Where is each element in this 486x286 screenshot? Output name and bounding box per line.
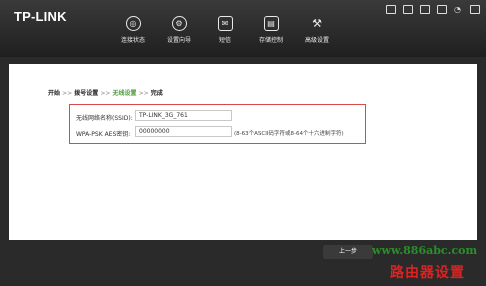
breadcrumb: 开始 >> 拨号设置 >> 无线设置 >> 完成: [48, 88, 163, 97]
nav-storage-control[interactable]: ▤ 存储控制: [248, 16, 294, 44]
sim-icon: [386, 4, 396, 14]
nav-label: 存储控制: [258, 37, 283, 44]
brand-logo: TP-LINK: [14, 9, 67, 24]
ssid-label: 无线网络名称(SSID):: [76, 115, 133, 122]
nav-label: 短信: [218, 37, 231, 44]
main-nav: ◎ 连接状态 ⚙ 设置向导 ✉ 短信 ▤ 存储控制 ⚒ 高级设置: [110, 16, 340, 44]
breadcrumb-separator: >>: [100, 90, 111, 97]
watermark-text: 路由器设置: [390, 265, 465, 281]
envelope-status-icon: [420, 4, 430, 14]
wifi-icon: ◔: [454, 4, 461, 14]
breadcrumb-start: 开始: [48, 90, 61, 97]
nav-setup-wizard[interactable]: ⚙ 设置向导: [156, 16, 202, 44]
ssid-input[interactable]: TP-LINK_3G_761: [135, 110, 232, 121]
globe-icon: ◎: [125, 16, 141, 31]
breadcrumb-dial-settings: 拨号设置: [74, 90, 99, 97]
gear-icon: ⚙: [171, 16, 187, 31]
tools-icon: ⚒: [312, 17, 322, 30]
wpa-key-input[interactable]: 00000000: [135, 126, 232, 137]
settings-status-icon: [470, 4, 480, 14]
nav-label: 高级设置: [304, 37, 329, 44]
sms-status-icon: [403, 4, 413, 14]
breadcrumb-separator: >>: [62, 90, 73, 97]
previous-step-button[interactable]: 上一步: [323, 245, 373, 259]
status-icons: ◔: [386, 4, 480, 14]
mail-icon: ✉: [217, 16, 233, 31]
watermark-url: www.886abc.com: [372, 244, 478, 257]
wpa-key-hint: (8-63个ASCII码字符或8-64个十六进制字符): [234, 131, 344, 137]
storage-icon: ▤: [263, 16, 279, 31]
breadcrumb-finish: 完成: [150, 90, 163, 97]
battery-icon: [437, 4, 447, 14]
top-bar: TP-LINK ◔ ◎ 连接状态 ⚙ 设置向导 ✉ 短信 ▤ 存储控制 ⚒ 高级…: [0, 0, 486, 57]
nav-label: 连接状态: [120, 37, 145, 44]
wpa-key-label: WPA-PSK AES密钥:: [76, 131, 131, 138]
nav-advanced-settings[interactable]: ⚒ 高级设置: [294, 16, 340, 44]
breadcrumb-wireless-settings: 无线设置: [112, 90, 137, 97]
breadcrumb-separator: >>: [138, 90, 149, 97]
nav-connection-status[interactable]: ◎ 连接状态: [110, 16, 156, 44]
nav-sms[interactable]: ✉ 短信: [202, 16, 248, 44]
nav-label: 设置向导: [166, 37, 191, 44]
